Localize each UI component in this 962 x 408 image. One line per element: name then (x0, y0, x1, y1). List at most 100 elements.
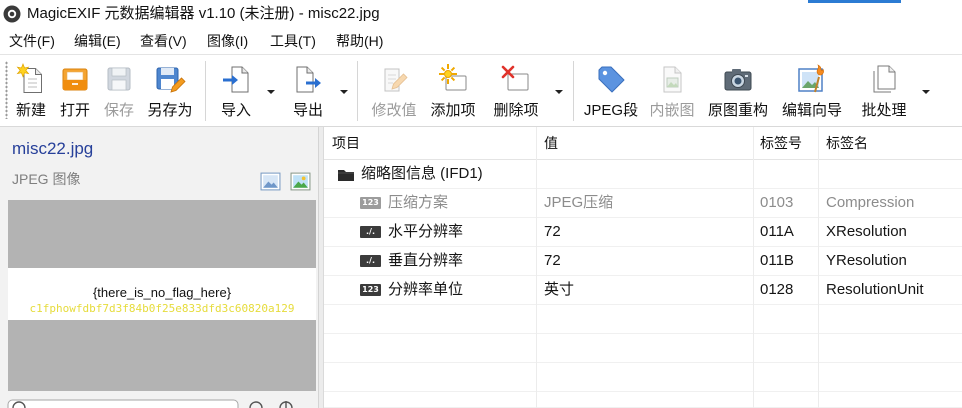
search-input (7, 399, 239, 408)
embedded-image-button-label: 内嵌图 (649, 102, 695, 119)
edit-wizard-button-label: 编辑向导 (781, 102, 842, 119)
image-color-icon[interactable] (290, 171, 311, 192)
new-button-label: 新建 (15, 102, 46, 119)
empty-row (324, 392, 962, 408)
row-tag-id: 011A (760, 223, 794, 240)
batch-process-button[interactable]: 批处理 (859, 58, 909, 124)
toolbar: 新建 打开 保存 另存为 导入 导出 修改值 添加项 删除项 JPEG段 内嵌图… (0, 54, 962, 127)
open-button-label: 打开 (59, 102, 90, 119)
row-item: 分辨率单位 (388, 281, 464, 298)
open-folder-icon (59, 63, 91, 95)
new-button[interactable]: 新建 (10, 58, 52, 124)
save-icon (103, 63, 135, 95)
import-icon (220, 63, 252, 95)
row-item: 垂直分辨率 (388, 252, 464, 269)
open-button[interactable]: 打开 (55, 58, 95, 124)
table-row[interactable]: ./. 垂直分辨率 72 011B YResolution (324, 247, 962, 276)
export-button[interactable]: 导出 (288, 58, 328, 124)
row-value: JPEG压缩 (544, 194, 614, 211)
save-as-button-label: 另存为 (147, 102, 193, 119)
row-tag-name: Compression (826, 194, 915, 211)
column-divider[interactable] (536, 127, 537, 408)
column-header-item[interactable]: 项目 (332, 127, 360, 160)
integer-type-icon: 123 (360, 284, 381, 296)
column-header-tag-id[interactable]: 标签号 (760, 127, 802, 160)
row-tag-name: XResolution (826, 223, 907, 240)
column-header-value[interactable]: 值 (544, 127, 558, 160)
toolbar-gripper[interactable] (5, 61, 8, 119)
menu-edit[interactable]: 编辑(E) (74, 32, 121, 51)
reconstruct-original-button-label: 原图重构 (707, 102, 768, 119)
preview-caption: {there_is_no_flag_here} (92, 285, 232, 300)
edit-wizard-icon (796, 63, 828, 95)
zoom-in-icon (279, 401, 293, 408)
save-button-label: 保存 (103, 102, 134, 119)
edit-wizard-button[interactable]: 编辑向导 (780, 58, 844, 124)
table-row[interactable]: 123 分辨率单位 英寸 0128 ResolutionUnit (324, 276, 962, 305)
batch-process-dropdown-arrow[interactable] (921, 88, 931, 96)
modify-value-button[interactable]: 修改值 (369, 58, 419, 124)
reconstruct-original-button[interactable]: 原图重构 (706, 58, 770, 124)
add-item-button[interactable]: 添加项 (428, 58, 478, 124)
menu-file[interactable]: 文件(F) (9, 32, 55, 51)
column-header-tag-name[interactable]: 标签名 (826, 127, 868, 160)
row-tag-id: 0128 (760, 281, 794, 298)
window-edge-highlight (808, 0, 901, 3)
rational-type-icon: ./. (360, 226, 381, 238)
file-type: JPEG 图像 (12, 171, 81, 187)
exif-table: 项目 值 标签号 标签名 缩略图信息 (IFD1) 123 压缩方案 JPEG压… (323, 127, 962, 408)
row-item: 水平分辨率 (388, 223, 464, 240)
modify-value-icon (378, 63, 410, 95)
menu-help[interactable]: 帮助(H) (336, 32, 383, 51)
title-bar: MagicEXIF 元数据编辑器 v1.10 (未注册) - misc22.jp… (0, 0, 962, 29)
zoom-out-icon (249, 401, 263, 408)
row-value: 72 (544, 223, 561, 240)
table-row[interactable]: ./. 水平分辨率 72 011A XResolution (324, 218, 962, 247)
add-item-button-label: 添加项 (430, 102, 476, 119)
app-logo-icon (3, 5, 21, 23)
menu-image[interactable]: 图像(I) (207, 32, 248, 51)
empty-row (324, 305, 962, 334)
preview-band: {there_is_no_flag_here} c1fphowfdbf7d3f8… (8, 268, 316, 320)
jpeg-segment-tag-icon (595, 63, 627, 95)
modify-value-button-label: 修改值 (371, 102, 417, 119)
column-divider[interactable] (818, 127, 819, 408)
rational-type-icon: ./. (360, 255, 381, 267)
embedded-image-button[interactable]: 内嵌图 (647, 58, 697, 124)
row-value: 英寸 (544, 281, 575, 298)
new-document-icon (15, 63, 47, 95)
batch-documents-icon (868, 63, 900, 95)
menu-bar: 文件(F) 编辑(E) 查看(V) 图像(I) 工具(T) 帮助(H) (0, 30, 962, 53)
export-icon (292, 63, 324, 95)
row-tag-id: 0103 (760, 194, 794, 211)
preview-hidden-text: c1fphowfdbf7d3f84b0f25e833dfd3c60820a129 (29, 302, 295, 315)
save-as-icon (154, 63, 186, 95)
save-button[interactable]: 保存 (99, 58, 139, 124)
batch-process-button-label: 批处理 (861, 102, 907, 119)
import-button-label: 导入 (220, 102, 251, 119)
file-name: misc22.jpg (12, 139, 94, 158)
group-label: 缩略图信息 (IFD1) (361, 165, 483, 182)
zoom-bar (0, 396, 319, 408)
image-thumbnail-icon[interactable] (260, 171, 281, 192)
delete-item-dropdown-arrow[interactable] (554, 88, 564, 96)
export-button-label: 导出 (292, 102, 323, 119)
delete-item-icon (500, 63, 532, 95)
column-divider[interactable] (753, 127, 754, 408)
table-row[interactable]: 123 压缩方案 JPEG压缩 0103 Compression (324, 189, 962, 218)
import-button[interactable]: 导入 (216, 58, 256, 124)
integer-type-icon: 123 (360, 197, 381, 209)
menu-view[interactable]: 查看(V) (140, 32, 187, 51)
menu-tools[interactable]: 工具(T) (270, 32, 316, 51)
toolbar-separator (357, 61, 358, 121)
toolbar-separator (573, 61, 574, 121)
row-value: 72 (544, 252, 561, 269)
delete-item-button[interactable]: 删除项 (491, 58, 541, 124)
camera-icon (722, 63, 754, 95)
folder-icon (337, 168, 355, 182)
export-dropdown-arrow[interactable] (339, 88, 349, 96)
jpeg-segment-button[interactable]: JPEG段 (583, 58, 639, 124)
table-group-row[interactable]: 缩略图信息 (IFD1) (324, 160, 962, 189)
save-as-button[interactable]: 另存为 (145, 58, 195, 124)
import-dropdown-arrow[interactable] (266, 88, 276, 96)
